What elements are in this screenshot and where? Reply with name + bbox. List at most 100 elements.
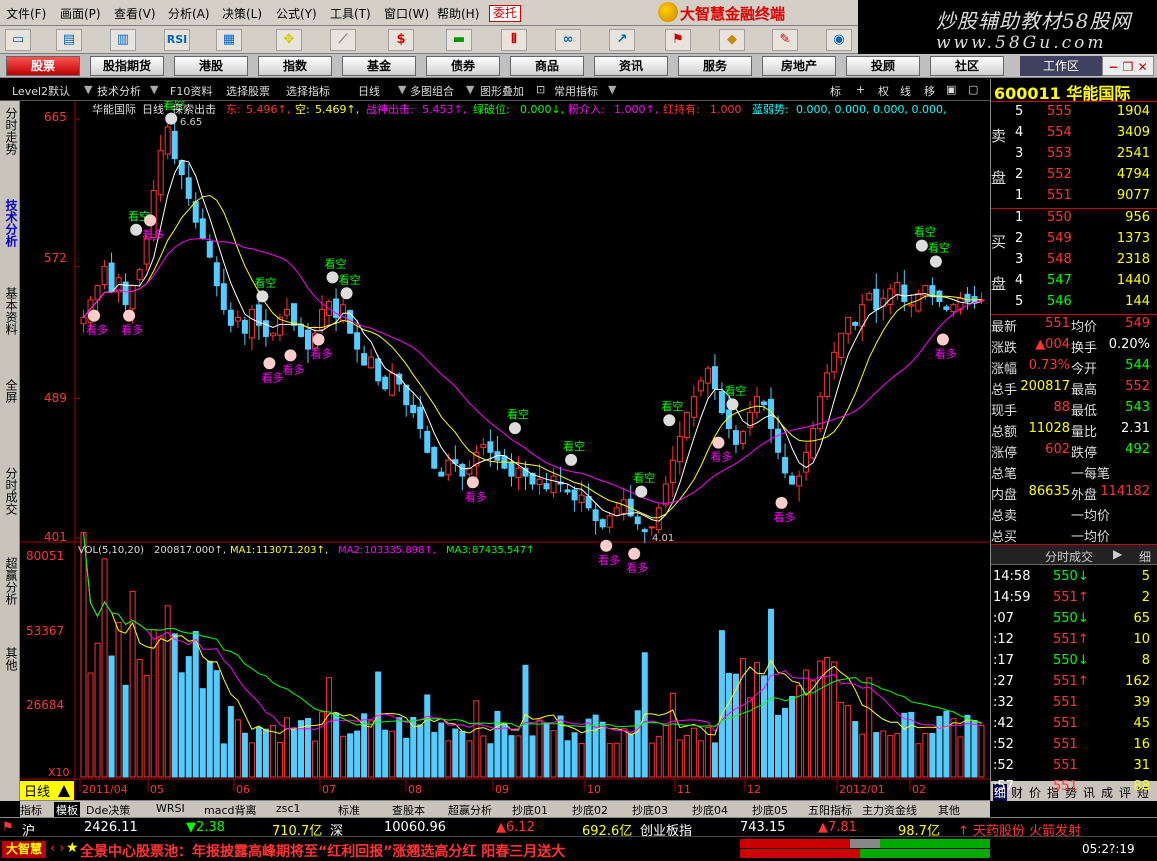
f10-tab[interactable]: F10资料 [170, 83, 212, 99]
bid-row[interactable]: 5 546 144 [991, 294, 1157, 315]
menu-file[interactable]: 文件(F) [6, 5, 46, 22]
trade-row[interactable]: 14:59 551↑ 2 [991, 590, 1157, 611]
common-indicator-button[interactable]: 常用指标 [554, 83, 598, 99]
flag-icon[interactable]: ▬ [446, 29, 472, 51]
window-controls[interactable]: − ❐ ✕ [1102, 56, 1154, 76]
fullscreen-icon[interactable]: ▢ [968, 83, 978, 96]
nav-community[interactable]: 社区 [930, 56, 1004, 76]
indicator-tab[interactable]: Dde决策 [86, 802, 130, 818]
trade-row[interactable]: :42 551 45 [991, 716, 1157, 737]
trades-title[interactable]: 分时成交 [1045, 548, 1093, 565]
alert-icon[interactable]: ⚑ [665, 29, 691, 51]
bars-icon[interactable]: ⦀ [501, 29, 527, 51]
chevron-down-icon[interactable]: ▼ [398, 83, 406, 96]
bid-row[interactable]: 3 548 2318 [991, 252, 1157, 273]
chevron-down-icon[interactable]: ▼ [466, 83, 474, 96]
stat-row[interactable]: 总买 一均价 [991, 526, 1157, 547]
bid-row[interactable]: 2 549 1373 [991, 231, 1157, 252]
tab-trades[interactable]: 分时成交 [3, 467, 18, 515]
indicator-tab[interactable]: 抄底04 [692, 802, 728, 818]
overlay-button[interactable]: 图形叠加 [480, 83, 524, 99]
nav-services[interactable]: 服务 [678, 56, 752, 76]
binocular-icon[interactable]: ∞ [555, 29, 581, 51]
stat-row[interactable]: 最新 551 均价 549 [991, 316, 1157, 337]
day-period-tab[interactable]: 日线 [24, 785, 50, 800]
trade-row[interactable]: :17 550↓ 8 [991, 653, 1157, 674]
menu-view[interactable]: 查看(V) [114, 5, 156, 22]
rsi-icon[interactable]: RSI [164, 29, 190, 51]
restore-icon[interactable]: ❐ [1123, 60, 1134, 74]
nav-funds[interactable]: 基金 [342, 56, 416, 76]
trade-row[interactable]: :57 551 88 [991, 779, 1157, 800]
tab-intraday[interactable]: 分时走势 [3, 107, 18, 155]
tab-fullscreen[interactable]: 全屏 [3, 379, 18, 403]
indicator-tab[interactable]: WRSI [156, 802, 185, 815]
indicator-tab[interactable]: 主力资金线 [862, 802, 917, 818]
stat-row[interactable]: 内盘 86635 外盘 114182 [991, 484, 1157, 505]
multi-chart-button[interactable]: 多图组合 [410, 83, 454, 99]
select-stock-tab[interactable]: 选择股票 [226, 83, 270, 99]
play-icon[interactable]: ▶ [1113, 547, 1122, 561]
ticker-text[interactable]: 全景中心股票池：年报披露高峰期将至“红利回报”涨翘选高分红 阳春三月送大 [80, 841, 565, 861]
menu-window[interactable]: 窗口(W) [384, 5, 429, 22]
window-icon[interactable]: ▤ [56, 29, 82, 51]
trade-row[interactable]: :27 551↑ 162 [991, 674, 1157, 695]
ruler-icon[interactable]: ⟋ [330, 29, 356, 51]
indicator-tab[interactable]: 抄底01 [512, 802, 548, 818]
nav-news[interactable]: 资讯 [594, 56, 668, 76]
stat-row[interactable]: 总额 11028 量比 2.31 [991, 421, 1157, 442]
ask-row[interactable]: 3 553 2541 [991, 146, 1157, 167]
tag-button[interactable]: 标 [830, 83, 841, 99]
lock-icon[interactable]: ⊡ [536, 83, 545, 96]
tab-technical[interactable]: 技术分析 [3, 199, 18, 247]
layout-icon[interactable]: ▣ [946, 83, 956, 96]
close-icon[interactable]: ✕ [1138, 60, 1148, 74]
stat-row[interactable]: 现手 88 最低 543 [991, 400, 1157, 421]
diamond-icon[interactable]: ◆ [719, 29, 745, 51]
select-indicator-tab[interactable]: 选择指标 [286, 83, 330, 99]
stat-row[interactable]: 总手 200817 最高 552 [991, 379, 1157, 400]
nav-index[interactable]: 指数 [258, 56, 332, 76]
ask-row[interactable]: 5 555 1904 [991, 104, 1157, 125]
tab-fundamental[interactable]: 基本资料 [3, 287, 18, 335]
trade-row[interactable]: :52 551 31 [991, 758, 1157, 779]
trade-row[interactable]: :12 551↑ 10 [991, 632, 1157, 653]
indicator-tab[interactable]: 五阳指标 [808, 802, 852, 818]
plus-button[interactable]: + [856, 83, 865, 96]
globe-icon[interactable]: ◉ [826, 29, 852, 51]
indicator-tab[interactable]: 指标 [20, 802, 42, 818]
trade-row[interactable]: :52 551 16 [991, 737, 1157, 758]
bid-row[interactable]: 1 550 956 [991, 210, 1157, 231]
chevron-down-icon[interactable]: ▼ [84, 83, 92, 96]
shuffle-icon[interactable]: ✎ [772, 29, 798, 51]
indicator-tab[interactable]: macd背离 [204, 802, 257, 818]
kline-chart[interactable]: 看空 看空 看空 看空 看空 看空 看空 看空 看空 看空 看空 看空 看多 看多 看多 看多 看多 看多 看多 看多… [20, 101, 990, 801]
menu-analysis[interactable]: 分析(A) [168, 5, 210, 22]
nav-bonds[interactable]: 债券 [426, 56, 500, 76]
signal-icon[interactable]: ↗ [609, 29, 635, 51]
ask-row[interactable]: 2 552 4794 [991, 167, 1157, 188]
indicator-tab[interactable]: zsc1 [276, 802, 301, 815]
tab-super-analysis[interactable]: 超赢分析 [3, 557, 18, 605]
order-button[interactable]: 委托 [489, 5, 521, 22]
trades-detail-button[interactable]: 细 [1139, 548, 1151, 565]
stat-row[interactable]: 涨停 602 跌停 492 [991, 442, 1157, 463]
indicator-tab[interactable]: 超赢分析 [448, 802, 492, 818]
tab-other[interactable]: 其他 [3, 647, 18, 671]
ask-row[interactable]: 1 551 9077 [991, 188, 1157, 209]
move-button[interactable]: 移 [924, 83, 935, 99]
stat-row[interactable]: 涨幅 0.73% 今开 544 [991, 358, 1157, 379]
period-select[interactable]: 日线 [358, 83, 380, 99]
menu-formula[interactable]: 公式(Y) [276, 5, 317, 22]
tech-analysis-tab[interactable]: 技术分析 [97, 83, 141, 99]
menu-tools[interactable]: 工具(T) [330, 5, 371, 22]
kline-icon[interactable]: ▥ [110, 29, 136, 51]
trade-row[interactable]: :07 550↓ 65 [991, 611, 1157, 632]
stat-row[interactable]: 总笔 一每笔 [991, 463, 1157, 484]
chevron-down-icon[interactable]: ▼ [608, 83, 616, 96]
nav-index-futures[interactable]: 股指期货 [90, 56, 164, 76]
minimize-icon[interactable]: − [1108, 60, 1118, 74]
ticker-nav-icon[interactable]: ‹ › [50, 841, 65, 856]
indicator-tab[interactable]: 抄底02 [572, 802, 608, 818]
indicator-tab[interactable]: 其他 [938, 802, 960, 818]
